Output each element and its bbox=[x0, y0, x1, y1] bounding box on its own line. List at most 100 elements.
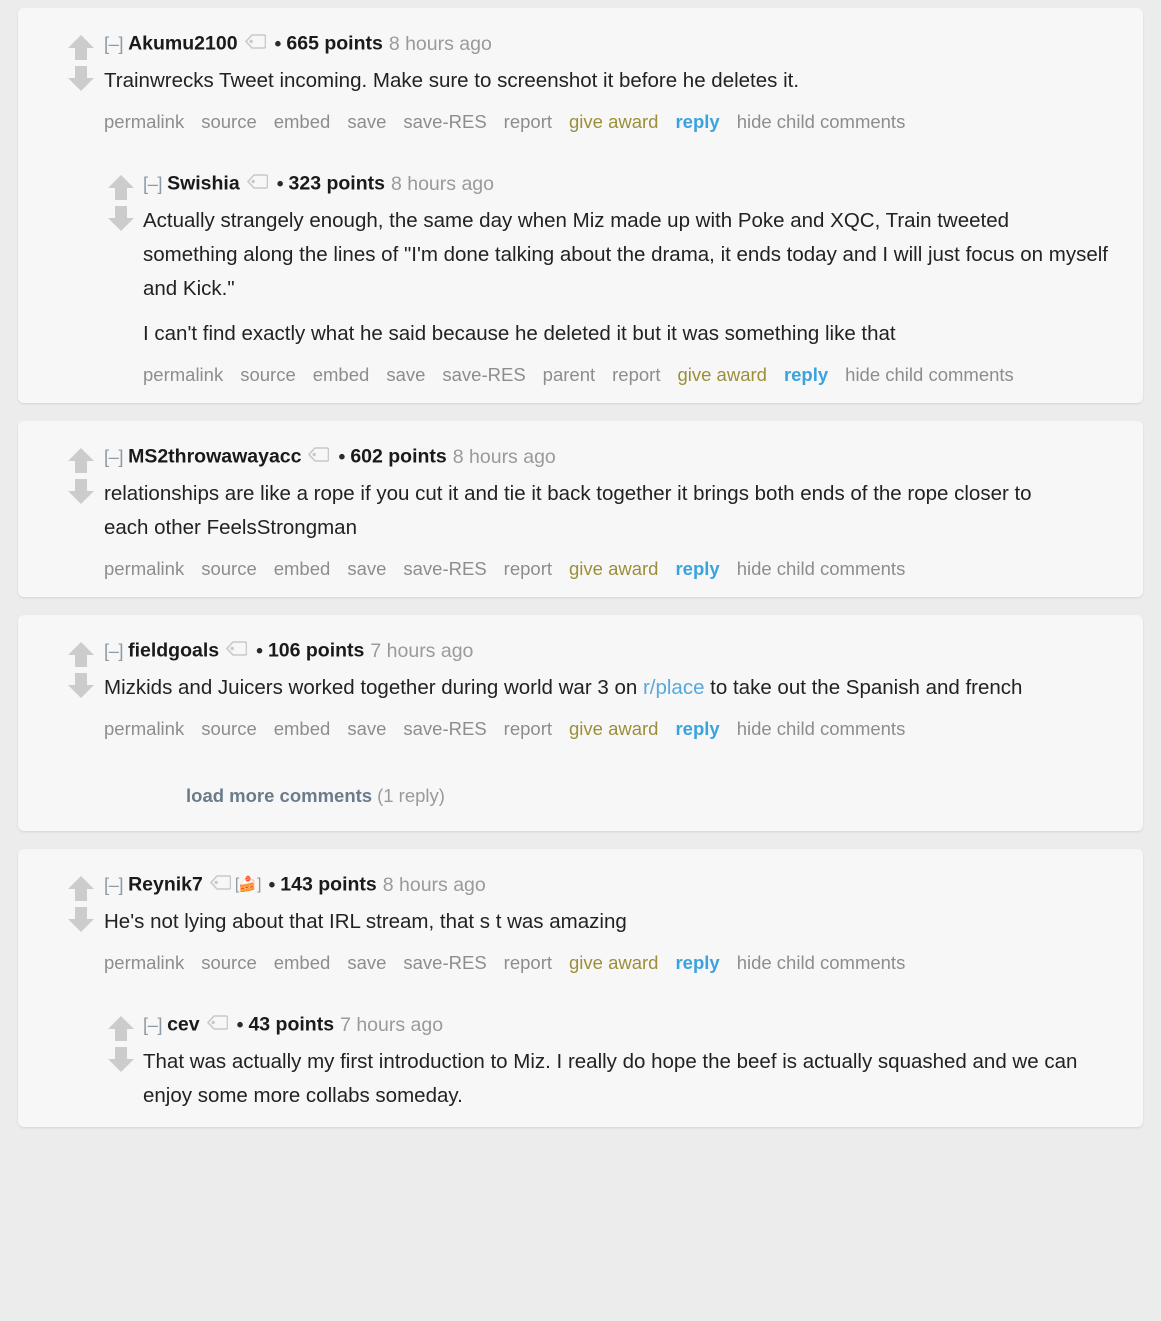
hide-child-comments-link[interactable]: hide child comments bbox=[737, 558, 906, 579]
save-link[interactable]: save bbox=[347, 718, 386, 739]
comment-paragraph: He's not lying about that IRL stream, th… bbox=[104, 910, 627, 933]
give-award-link[interactable]: give award bbox=[569, 111, 658, 132]
comment-author[interactable]: Reynik7 bbox=[128, 874, 203, 896]
save-res-link[interactable]: save-RES bbox=[403, 718, 486, 739]
upvote-arrow-icon[interactable] bbox=[106, 172, 136, 203]
comment-cev: [–] cev • 43 points 7 hours ago That was act… bbox=[18, 1005, 1143, 1113]
give-award-link[interactable]: give award bbox=[569, 558, 658, 579]
give-award-link[interactable]: give award bbox=[677, 364, 766, 385]
source-link[interactable]: source bbox=[201, 111, 257, 132]
permalink-link[interactable]: permalink bbox=[104, 111, 184, 132]
comment-ms2throwawayacc: [–] MS2throwawayacc • 602 points 8 hours ago… bbox=[18, 437, 1143, 583]
save-link[interactable]: save bbox=[347, 952, 386, 973]
comment-author[interactable]: MS2throwawayacc bbox=[128, 446, 301, 468]
downvote-arrow-icon[interactable] bbox=[66, 63, 96, 94]
comment-age: 8 hours ago bbox=[452, 445, 556, 468]
report-link[interactable]: report bbox=[612, 364, 660, 385]
embed-link[interactable]: embed bbox=[313, 364, 370, 385]
source-link[interactable]: source bbox=[201, 718, 257, 739]
save-res-link[interactable]: save-RES bbox=[403, 111, 486, 132]
comment-author[interactable]: fieldgoals bbox=[128, 640, 219, 662]
comment-points: 143 points bbox=[280, 873, 377, 896]
user-tag-icon[interactable] bbox=[209, 871, 232, 897]
save-link[interactable]: save bbox=[347, 558, 386, 579]
report-link[interactable]: report bbox=[504, 718, 552, 739]
user-tag-icon[interactable] bbox=[246, 170, 269, 196]
collapse-toggle[interactable]: [–] bbox=[104, 33, 124, 54]
save-res-link[interactable]: save-RES bbox=[442, 364, 525, 385]
comment-points: 665 points bbox=[286, 32, 383, 55]
comment-actions: permalink source embed save save-RES report gi… bbox=[104, 108, 1044, 136]
permalink-link[interactable]: permalink bbox=[104, 718, 184, 739]
report-link[interactable]: report bbox=[504, 111, 552, 132]
embed-link[interactable]: embed bbox=[274, 111, 331, 132]
downvote-arrow-icon[interactable] bbox=[66, 904, 96, 935]
embed-link[interactable]: embed bbox=[274, 558, 331, 579]
hide-child-comments-link[interactable]: hide child comments bbox=[737, 952, 906, 973]
comment-body: He's not lying about that IRL stream, th… bbox=[104, 905, 1069, 939]
comment-actions: permalink source embed save save-RES report gi… bbox=[104, 715, 1044, 743]
comment-header: [–] MS2throwawayacc • 602 points 8 hours ago bbox=[104, 443, 1113, 472]
load-more-comments[interactable]: load more comments (1 reply) bbox=[186, 785, 1113, 807]
report-link[interactable]: report bbox=[504, 952, 552, 973]
collapse-toggle[interactable]: [–] bbox=[104, 874, 124, 895]
user-tag-icon[interactable] bbox=[244, 30, 266, 56]
downvote-arrow-icon[interactable] bbox=[106, 1044, 136, 1075]
reply-link[interactable]: reply bbox=[675, 718, 719, 739]
user-tag-icon[interactable] bbox=[308, 443, 330, 469]
embed-link[interactable]: embed bbox=[274, 718, 331, 739]
give-award-link[interactable]: give award bbox=[569, 952, 658, 973]
permalink-link[interactable]: permalink bbox=[104, 558, 184, 579]
save-link[interactable]: save bbox=[347, 111, 386, 132]
comment-actions: permalink source embed save save-RES parent re… bbox=[143, 361, 1083, 389]
comment-swishia: [–] Swishia • 323 points 8 hours ago Actuall… bbox=[18, 164, 1143, 389]
downvote-arrow-icon[interactable] bbox=[106, 203, 136, 234]
comment-header: [–] Swishia • 323 points 8 hours ago bbox=[143, 170, 1113, 199]
embed-link[interactable]: embed bbox=[274, 952, 331, 973]
comment-actions: permalink source embed save save-RES report gi… bbox=[104, 555, 1044, 583]
separator-dot: • bbox=[256, 639, 263, 662]
save-res-link[interactable]: save-RES bbox=[403, 558, 486, 579]
vote-controls bbox=[66, 639, 106, 701]
comment-thread: [–] Akumu2100 • 665 points 8 hours ago Train… bbox=[0, 0, 1161, 1127]
collapse-toggle[interactable]: [–] bbox=[104, 640, 124, 661]
source-link[interactable]: source bbox=[201, 558, 257, 579]
load-more-comments-link[interactable]: load more comments bbox=[186, 785, 372, 806]
upvote-arrow-icon[interactable] bbox=[66, 639, 96, 670]
hide-child-comments-link[interactable]: hide child comments bbox=[737, 111, 906, 132]
parent-link[interactable]: parent bbox=[543, 364, 595, 385]
cake-day-icon[interactable]: [🍰] bbox=[235, 872, 262, 898]
upvote-arrow-icon[interactable] bbox=[66, 445, 96, 476]
hide-child-comments-link[interactable]: hide child comments bbox=[737, 718, 906, 739]
upvote-arrow-icon[interactable] bbox=[66, 32, 96, 63]
save-link[interactable]: save bbox=[386, 364, 425, 385]
comment-paragraph: Trainwrecks Tweet incoming. Make sure to… bbox=[104, 69, 800, 92]
reply-link[interactable]: reply bbox=[675, 952, 719, 973]
comment-header: [–] cev • 43 points 7 hours ago bbox=[143, 1011, 1113, 1040]
save-res-link[interactable]: save-RES bbox=[403, 952, 486, 973]
subreddit-link[interactable]: r/place bbox=[643, 676, 705, 699]
separator-dot: • bbox=[274, 32, 282, 55]
user-tag-icon[interactable] bbox=[206, 1011, 228, 1037]
reply-link[interactable]: reply bbox=[675, 558, 719, 579]
hide-child-comments-link[interactable]: hide child comments bbox=[845, 364, 1014, 385]
upvote-arrow-icon[interactable] bbox=[106, 1013, 136, 1044]
permalink-link[interactable]: permalink bbox=[143, 364, 223, 385]
comment-author[interactable]: Swishia bbox=[167, 173, 240, 195]
source-link[interactable]: source bbox=[240, 364, 296, 385]
collapse-toggle[interactable]: [–] bbox=[104, 446, 124, 467]
report-link[interactable]: report bbox=[504, 558, 552, 579]
permalink-link[interactable]: permalink bbox=[104, 952, 184, 973]
downvote-arrow-icon[interactable] bbox=[66, 476, 96, 507]
source-link[interactable]: source bbox=[201, 952, 257, 973]
comment-author[interactable]: cev bbox=[167, 1014, 200, 1036]
upvote-arrow-icon[interactable] bbox=[66, 873, 96, 904]
reply-link[interactable]: reply bbox=[784, 364, 828, 385]
comment-author[interactable]: Akumu2100 bbox=[128, 33, 237, 55]
user-tag-icon[interactable] bbox=[226, 637, 248, 663]
separator-dot: • bbox=[276, 172, 284, 195]
downvote-arrow-icon[interactable] bbox=[66, 670, 96, 701]
reply-link[interactable]: reply bbox=[675, 111, 719, 132]
give-award-link[interactable]: give award bbox=[569, 718, 658, 739]
comment-header: [–] Reynik7 [🍰] • 143 points 8 hours ago bbox=[104, 871, 1113, 900]
